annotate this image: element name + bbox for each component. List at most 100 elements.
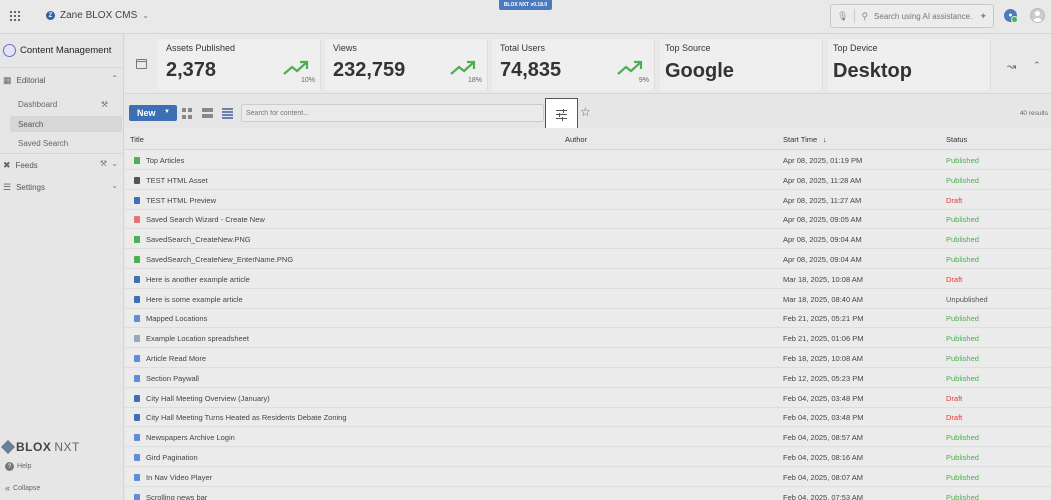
table-row[interactable]: Example Location spreadsheet Feb 21, 2025…	[125, 328, 1051, 349]
content-search-input[interactable]	[241, 104, 544, 122]
calendar-icon[interactable]	[136, 59, 147, 69]
row-title[interactable]: Article Read More	[146, 354, 206, 363]
table-row[interactable]: Gird Pagination Feb 04, 2025, 08:16 AM Pub…	[125, 447, 1051, 467]
table-row[interactable]: Here is another example article Mar 18, 2…	[125, 269, 1051, 289]
row-title[interactable]: Mapped Locations	[146, 314, 207, 323]
org-badge-icon: Z	[46, 11, 55, 20]
stat-card-top-source[interactable]: Top Source Google	[660, 39, 823, 90]
sidebar-section-feeds[interactable]: ✖ Feeds ⚒ ⌄	[0, 156, 124, 174]
table-row[interactable]: TEST HTML Asset Apr 08, 2025, 11:28 AM Pub…	[125, 170, 1051, 190]
new-button[interactable]: New ▼	[129, 105, 177, 121]
search-icon: ⚲	[861, 10, 869, 21]
brand-nxt: NXT	[54, 440, 80, 454]
row-start-time: Feb 04, 2025, 08:16 AM	[783, 453, 864, 462]
table-row[interactable]: In Nav Video Player Feb 04, 2025, 08:07 A…	[125, 467, 1051, 487]
apps-grid-icon[interactable]	[10, 11, 20, 21]
row-title[interactable]: Here is some example article	[146, 295, 243, 304]
filter-button[interactable]	[545, 98, 578, 131]
image-icon	[134, 256, 140, 263]
row-title[interactable]: Scrolling news bar	[146, 493, 207, 500]
row-title[interactable]: Section Paywall	[146, 374, 199, 383]
row-status: Published	[946, 354, 979, 363]
sidebar-item-label: Dashboard	[18, 99, 58, 109]
row-title[interactable]: TEST HTML Asset	[146, 176, 208, 185]
row-title[interactable]: City Hall Meeting Overview (January)	[146, 394, 270, 403]
row-status: Published	[946, 433, 979, 443]
row-start-time: Feb 04, 2025, 03:48 PM	[783, 393, 864, 403]
article-icon	[134, 414, 140, 422]
row-title[interactable]: Top Articles	[146, 156, 184, 165]
sort-descending-icon[interactable]: ↓	[823, 135, 827, 144]
ai-search-input[interactable]	[874, 11, 974, 21]
collapse-button[interactable]: « Collapse	[5, 483, 40, 493]
sidebar-section-settings[interactable]: ☰ Settings ⌄	[0, 178, 124, 196]
stats-bar: Assets Published 2,378 10% Views 232,759…	[125, 34, 1051, 94]
ai-search-box[interactable]: 🎙 ⚲ ✦	[830, 4, 994, 28]
stat-card-assets-published[interactable]: Assets Published 2,378 10%	[158, 39, 321, 90]
collapse-label: Collapse	[13, 484, 41, 492]
row-title[interactable]: Here is another example article	[146, 275, 250, 284]
table-row[interactable]: Mapped Locations Feb 21, 2025, 05:21 PM Pu…	[125, 308, 1051, 329]
sidebar-item-saved-search[interactable]: Saved Search	[10, 135, 122, 151]
row-title[interactable]: TEST HTML Preview	[146, 196, 216, 205]
user-avatar[interactable]	[1030, 8, 1045, 23]
table-row[interactable]: SavedSearch_CreateNew_EnterName.PNG Apr 0…	[125, 249, 1051, 269]
sidebar-item-search[interactable]: Search	[10, 116, 122, 132]
analytics-icon[interactable]: ↝	[1007, 60, 1016, 73]
column-header-author[interactable]: Author	[565, 135, 587, 144]
row-status: Published	[946, 235, 979, 245]
table-row[interactable]: City Hall Meeting Overview (January) Feb …	[125, 388, 1051, 408]
org-name: Zane BLOX CMS	[60, 10, 138, 21]
chevron-up-icon[interactable]: ⌃	[1033, 60, 1041, 71]
row-title[interactable]: Gird Pagination	[146, 453, 198, 462]
card-view-icon[interactable]	[202, 108, 213, 119]
grid-view-icon[interactable]	[182, 108, 193, 119]
table-row[interactable]: City Hall Meeting Turns Heated as Reside…	[125, 407, 1051, 428]
divider	[0, 153, 124, 154]
blox-cube-icon	[0, 439, 16, 455]
row-status: Published	[946, 472, 979, 482]
row-title[interactable]: Newspapers Archive Login	[146, 433, 235, 442]
row-title[interactable]: In Nav Video Player	[146, 473, 212, 482]
column-header-status[interactable]: Status	[946, 135, 967, 144]
column-header-start-time[interactable]: Start Time	[783, 135, 817, 144]
table-row[interactable]: Top Articles Apr 08, 2025, 01:19 PM Publis…	[125, 150, 1051, 170]
table-row[interactable]: Section Paywall Feb 12, 2025, 05:23 PM Pub…	[125, 368, 1051, 388]
table-row[interactable]: Saved Search Wizard - Create New Apr 08, …	[125, 209, 1051, 230]
table-row[interactable]: SavedSearch_CreateNew.PNG Apr 08, 2025, 0…	[125, 229, 1051, 250]
table-row[interactable]: TEST HTML Preview Apr 08, 2025, 11:27 AM D…	[125, 190, 1051, 210]
sparkle-icon[interactable]: ✦	[979, 11, 987, 21]
chevron-down-icon: ⌄	[111, 159, 118, 168]
column-header-title[interactable]: Title	[130, 135, 144, 144]
org-switcher[interactable]: Z Zane BLOX CMS ⌄	[46, 10, 149, 21]
table-row[interactable]: Here is some example article Mar 18, 2025…	[125, 289, 1051, 309]
notifications-icon[interactable]: ●	[1004, 9, 1018, 23]
row-title[interactable]: SavedSearch_CreateNew_EnterName.PNG	[146, 255, 293, 264]
list-view-icon[interactable]	[222, 108, 233, 119]
row-start-time: Feb 04, 2025, 03:48 PM	[783, 413, 864, 423]
help-link[interactable]: ? Help	[5, 462, 31, 471]
star-icon[interactable]: ☆	[580, 106, 591, 118]
sidebar-section-editorial[interactable]: ▦ Editorial ⌃	[0, 71, 124, 89]
content-toolbar: New ▼ ☆ 40 results	[125, 94, 1051, 131]
row-status: Published	[946, 156, 979, 165]
row-title[interactable]: Saved Search Wizard - Create New	[146, 215, 265, 224]
table-row[interactable]: Newspapers Archive Login Feb 04, 2025, 08…	[125, 427, 1051, 448]
sidebar-item-dashboard[interactable]: Dashboard ⚒	[10, 96, 122, 112]
row-title[interactable]: City Hall Meeting Turns Heated as Reside…	[146, 413, 347, 422]
article-icon	[134, 196, 140, 204]
microphone-icon[interactable]: 🎙	[837, 11, 848, 21]
stat-card-views[interactable]: Views 232,759 18%	[325, 39, 488, 90]
stat-card-top-device[interactable]: Top Device Desktop	[828, 39, 991, 90]
link-icon	[134, 493, 140, 500]
row-title[interactable]: Example Location spreadsheet	[146, 334, 249, 343]
link-icon	[134, 454, 140, 461]
row-title[interactable]: SavedSearch_CreateNew.PNG	[146, 235, 251, 244]
article-icon	[134, 295, 140, 303]
content-table: Title Author Start Time ↓ Status Top Art…	[125, 128, 1051, 500]
table-row[interactable]: Scrolling news bar Feb 04, 2025, 07:53 AM…	[125, 487, 1051, 500]
sidebar-section-label: Editorial	[16, 75, 46, 85]
table-row[interactable]: Article Read More Feb 18, 2025, 10:08 AM P…	[125, 348, 1051, 368]
stat-card-total-users[interactable]: Total Users 74,835 9%	[492, 39, 655, 90]
row-status: Published	[946, 215, 979, 225]
